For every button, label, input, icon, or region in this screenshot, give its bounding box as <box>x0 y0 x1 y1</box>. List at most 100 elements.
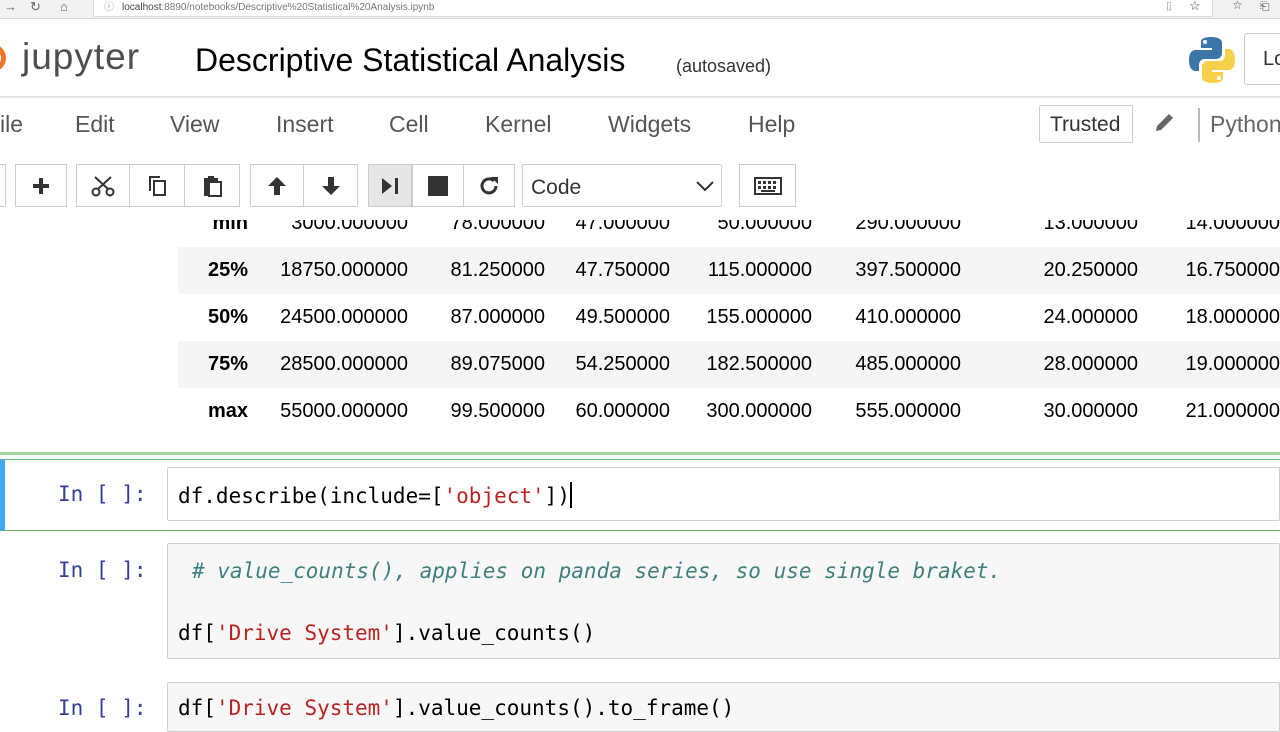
jupyter-logo[interactable]: jupyter <box>22 34 140 80</box>
code-string: 'object' <box>443 484 545 508</box>
paste-icon <box>204 175 222 197</box>
url-text: localhost:8890/notebooks/Descriptive%20S… <box>122 0 434 15</box>
table-row: 25% 18750.000000 81.250000 47.750000 115.000… <box>178 247 1280 294</box>
table-cell: 115.000000 <box>670 247 812 294</box>
menu-edit[interactable]: Edit <box>75 111 115 138</box>
cell-prompt: In [ ]: <box>58 482 147 506</box>
code-line: df.describe(include=['object']) <box>178 482 572 508</box>
table-cell: 19.000000 <box>1138 341 1280 388</box>
table-cell: 18.000000 <box>1185 306 1280 328</box>
copy-icon <box>149 175 166 196</box>
menu-help[interactable]: Help <box>748 111 795 138</box>
table-cell: 410.000000 <box>855 306 961 328</box>
favorites-bar-icon[interactable]: ☆ <box>1232 0 1243 12</box>
trusted-indicator[interactable]: Trusted <box>1039 105 1133 143</box>
menu-kernel[interactable]: Kernel <box>485 111 551 138</box>
save-button[interactable] <box>0 164 6 207</box>
row-label: 75% <box>178 341 248 388</box>
table-cell: 16.750000 <box>1138 247 1280 294</box>
plus-icon <box>33 177 49 194</box>
table-row: max 55000.000000 99.500000 60.000000 300.000… <box>178 388 1280 435</box>
restart-icon <box>480 176 498 194</box>
menu-widgets[interactable]: Widgets <box>608 111 691 138</box>
reading-view-icon[interactable]: ▯ <box>1166 0 1172 12</box>
code-text: ].value_counts().to_frame() <box>392 696 735 720</box>
table-cell: 60.000000 <box>575 400 670 422</box>
describe-output-table: min 3000.000000 78.000000 47.000000 50.00000… <box>178 200 1280 435</box>
table-cell: 555.000000 <box>855 400 961 422</box>
table-cell: 21.000000 <box>1185 400 1280 422</box>
cut-icon <box>91 175 115 196</box>
info-icon[interactable]: ⓘ <box>104 0 114 15</box>
notebook-title[interactable]: Descriptive Statistical Analysis <box>195 40 625 80</box>
code-text: ].value_counts() <box>392 621 596 645</box>
cell-type-value: Code <box>531 176 582 199</box>
table-cell: 18750.000000 <box>248 247 408 294</box>
row-label: 50% <box>207 306 248 328</box>
menu-file[interactable]: ile <box>0 111 23 138</box>
run-icon <box>382 177 398 194</box>
table-cell: 49.500000 <box>575 306 670 328</box>
table-cell: 24500.000000 <box>280 306 408 328</box>
chevron-down-icon <box>696 181 714 192</box>
table-cell: 182.500000 <box>670 341 812 388</box>
url-path: :8890/notebooks/Descriptive%20Statistica… <box>161 2 435 13</box>
table-cell: 87.000000 <box>450 306 545 328</box>
save-status: (autosaved) <box>676 56 772 76</box>
favorite-star-icon[interactable]: ☆ <box>1189 0 1201 14</box>
code-text: ]) <box>544 484 570 508</box>
share-icon[interactable]: ⎗ <box>1260 0 1270 14</box>
table-cell: 300.000000 <box>706 400 812 422</box>
trusted-label: Trusted <box>1050 113 1121 136</box>
insert-cell-button[interactable] <box>15 164 67 207</box>
table-row: 50% 24500.000000 87.000000 49.500000 155.000… <box>178 294 1280 341</box>
home-icon[interactable]: ⌂ <box>60 0 68 14</box>
table-row: 75% 28500.000000 89.075000 54.250000 182.500… <box>178 341 1280 388</box>
browser-toolbar: → ↻ ⌂ ⓘ localhost:8890/notebooks/Descrip… <box>0 0 1280 19</box>
stop-icon <box>428 175 448 196</box>
kernel-name[interactable]: Python <box>1210 111 1280 138</box>
jupyter-orbit-icon <box>0 44 6 72</box>
table-cell: 397.500000 <box>812 247 961 294</box>
table-cell: 47.750000 <box>545 247 670 294</box>
table-cell: 54.250000 <box>545 341 670 388</box>
code-text: df.describe(include=[ <box>178 484 444 508</box>
refresh-icon[interactable]: ↻ <box>30 0 41 15</box>
arrow-up-icon <box>268 176 286 195</box>
table-cell: 485.000000 <box>812 341 961 388</box>
table-cell: 81.250000 <box>408 247 545 294</box>
pencil-icon[interactable] <box>1153 110 1177 134</box>
copy-button[interactable] <box>129 164 185 207</box>
python-logo-icon <box>1189 37 1235 83</box>
forward-icon[interactable]: → <box>4 0 17 14</box>
menu-cell[interactable]: Cell <box>389 111 429 138</box>
table-cell: 55000.000000 <box>280 400 408 422</box>
code-string: 'Drive System' <box>215 621 393 645</box>
header-divider <box>0 96 1280 98</box>
code-comment: # value_counts(), applies on panda serie… <box>192 559 1002 583</box>
code-line: df['Drive System'].value_counts() <box>178 621 595 645</box>
code-line: df['Drive System'].value_counts().to_fra… <box>178 696 734 720</box>
menu-insert[interactable]: Insert <box>276 111 334 138</box>
cut-button[interactable] <box>76 164 130 207</box>
logout-label: Lo <box>1263 48 1280 70</box>
table-cell: 30.000000 <box>1043 400 1138 422</box>
table-cell: 28.000000 <box>961 341 1138 388</box>
address-bar[interactable]: ⓘ localhost:8890/notebooks/Descriptive%2… <box>93 0 1213 17</box>
code-editor[interactable]: df['Drive System'].value_counts().to_fra… <box>167 682 1280 732</box>
menu-view[interactable]: View <box>170 111 219 138</box>
row-label: max <box>207 400 248 422</box>
table-cell: 155.000000 <box>706 306 812 328</box>
text-cursor <box>569 482 572 508</box>
logout-button[interactable]: Lo <box>1244 33 1280 85</box>
arrow-down-icon <box>321 176 340 195</box>
kernel-divider <box>1198 108 1200 142</box>
cell-prompt: In [ ]: <box>58 696 147 720</box>
code-editor[interactable]: # value_counts(), applies on panda serie… <box>167 543 1280 659</box>
url-host: localhost <box>122 2 162 13</box>
table-cell: 24.000000 <box>1043 306 1138 328</box>
cell-prompt: In [ ]: <box>58 558 147 582</box>
scroll-clip <box>0 208 1280 220</box>
code-editor[interactable]: df.describe(include=['object']) <box>167 467 1280 521</box>
table-cell: 99.500000 <box>450 400 545 422</box>
